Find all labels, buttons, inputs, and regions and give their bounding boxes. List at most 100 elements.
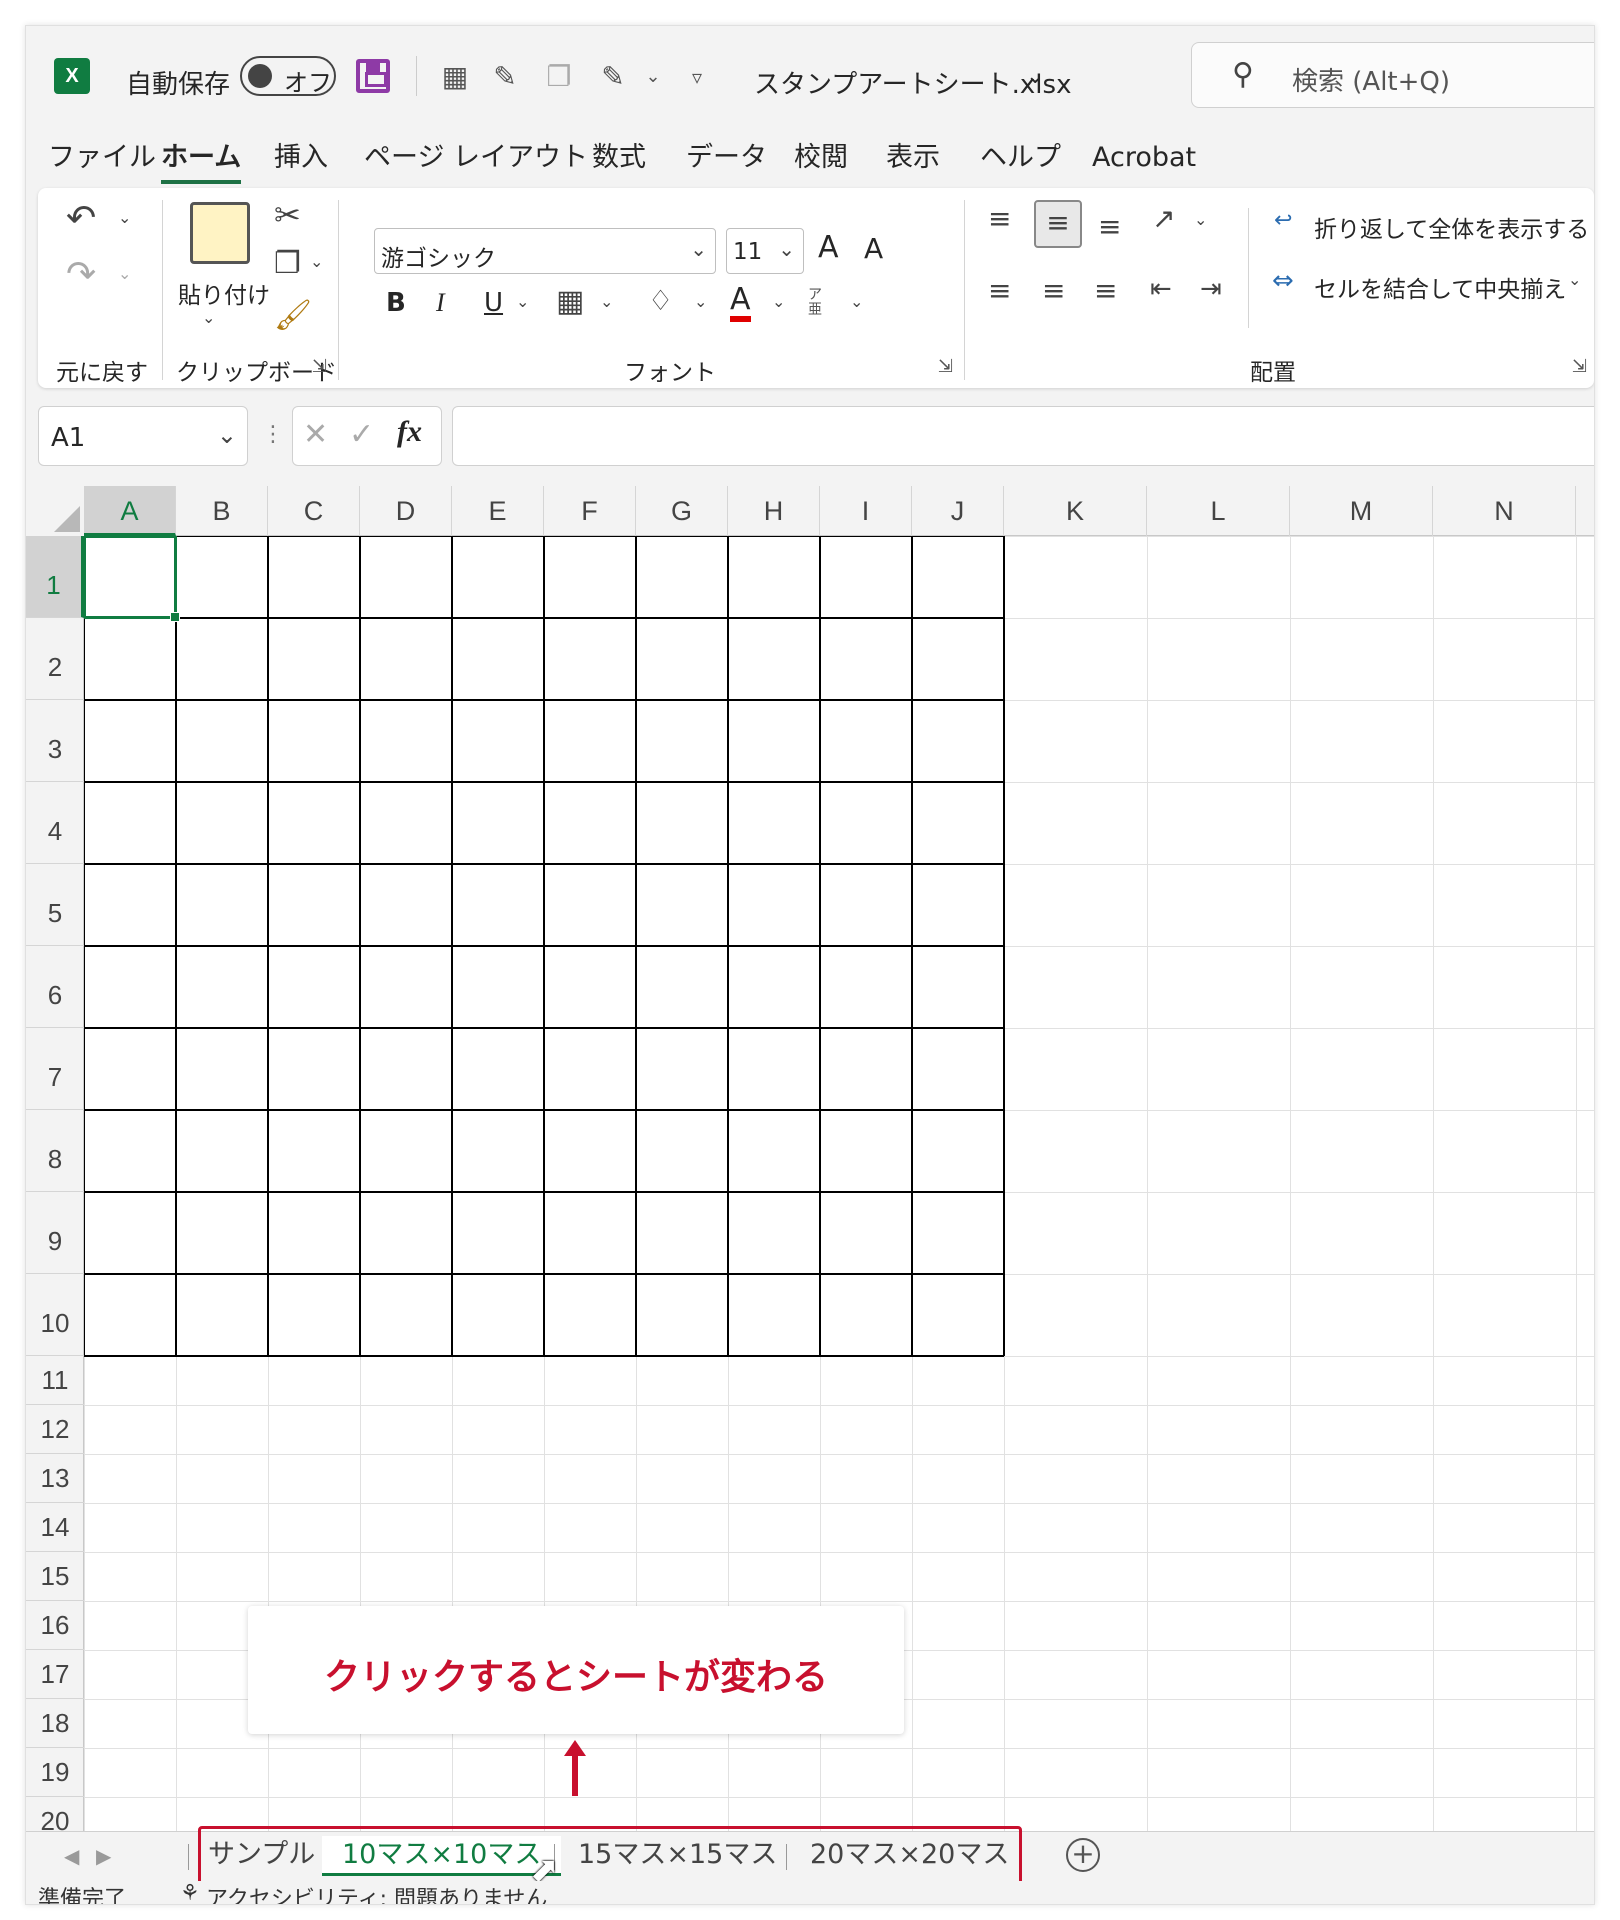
decrease-indent-icon[interactable]: ⇤ — [1150, 274, 1172, 304]
paste-label[interactable]: 貼り付け — [178, 276, 270, 310]
tab-help[interactable]: ヘルプ — [980, 138, 1061, 184]
italic-button[interactable]: I — [436, 288, 445, 318]
column-header-d[interactable]: D — [360, 486, 452, 536]
wrap-text-button[interactable]: 折り返して全体を表示する — [1314, 210, 1589, 244]
font-name-select[interactable]: 游ゴシック ⌄ — [374, 228, 716, 274]
underline-chevron-icon[interactable]: ⌄ — [516, 292, 529, 311]
copy-icon[interactable]: ❐ — [274, 246, 301, 281]
tab-home[interactable]: ホーム — [161, 138, 242, 184]
tab-formulas[interactable]: 数式 — [592, 138, 646, 184]
undo-icon[interactable]: ↶ — [66, 198, 96, 239]
bold-button[interactable]: B — [386, 288, 406, 318]
column-header-m[interactable]: M — [1290, 486, 1433, 536]
autosave-toggle[interactable]: オフ — [240, 56, 336, 97]
insert-function-button[interactable]: fx — [397, 415, 422, 449]
align-launcher-icon[interactable]: ⇲ — [1572, 356, 1587, 377]
name-box[interactable]: A1 ⌄ — [38, 406, 248, 466]
chevron-down-icon[interactable]: ⌄ — [636, 60, 670, 94]
row-header-3[interactable]: 3 — [26, 700, 84, 782]
orientation-chevron-icon[interactable]: ⌄ — [1194, 210, 1207, 229]
select-all-corner[interactable] — [26, 486, 84, 536]
column-header-l[interactable]: L — [1147, 486, 1290, 536]
prev-sheet-icon[interactable]: ◀ — [64, 1844, 79, 1868]
phonetic-chevron-icon[interactable]: ⌄ — [850, 292, 863, 311]
cut-icon[interactable]: ✂ — [274, 196, 301, 234]
merge-icon[interactable]: ⇔ — [1272, 266, 1294, 296]
align-bottom-icon[interactable]: ≡ — [1098, 210, 1121, 243]
row-header-10[interactable]: 10 — [26, 1274, 84, 1356]
cancel-icon[interactable]: ✕ — [303, 417, 328, 452]
save-icon[interactable] — [356, 59, 390, 93]
column-header-e[interactable]: E — [452, 486, 544, 536]
phonetic-button[interactable]: ア亜 — [808, 288, 826, 318]
undo-chevron-icon[interactable]: ⌄ — [118, 208, 131, 227]
tab-acrobat[interactable]: Acrobat — [1092, 138, 1196, 184]
next-sheet-icon[interactable]: ▶ — [96, 1844, 111, 1868]
row-header-18[interactable]: 18 — [26, 1699, 84, 1748]
row-header-11[interactable]: 11 — [26, 1356, 84, 1405]
column-header-a[interactable]: A — [84, 486, 176, 536]
tab-file[interactable]: ファイル — [48, 138, 156, 184]
accessibility-icon[interactable]: ⚘ — [180, 1881, 200, 1904]
add-sheet-icon[interactable]: + — [1066, 1838, 1100, 1872]
align-right-icon[interactable]: ≡ — [1094, 274, 1117, 307]
grow-font-button[interactable]: A — [818, 230, 839, 265]
enter-icon[interactable]: ✓ — [349, 417, 374, 452]
form-icon[interactable]: ▦ — [438, 60, 472, 94]
tab-data[interactable]: データ — [686, 138, 767, 184]
customize-toolbar-icon[interactable]: ▿ — [680, 60, 714, 94]
font-color-button[interactable]: A — [730, 284, 751, 322]
sign-doc-icon[interactable]: ✎ — [596, 60, 630, 94]
format-painter-icon[interactable]: 🖌 — [274, 298, 312, 333]
shrink-font-button[interactable]: A — [864, 232, 883, 265]
align-center-icon[interactable]: ≡ — [1042, 274, 1065, 307]
paste-chevron-icon[interactable]: ⌄ — [202, 308, 215, 327]
merge-chevron-icon[interactable]: ⌄ — [1568, 270, 1581, 289]
search-box[interactable]: ⚲ 検索 (Alt+Q) — [1191, 42, 1594, 108]
row-header-1[interactable]: 1 — [26, 536, 84, 618]
merge-center-button[interactable]: セルを結合して中央揃え — [1314, 270, 1566, 304]
column-header-c[interactable]: C — [268, 486, 360, 536]
align-middle-icon[interactable]: ≡ — [1034, 200, 1082, 248]
borders-icon[interactable]: ▦ — [556, 284, 584, 319]
fill-color-icon[interactable]: ♢ — [648, 284, 673, 317]
orientation-icon[interactable]: ↗ — [1152, 202, 1175, 235]
column-header-b[interactable]: B — [176, 486, 268, 536]
row-header-2[interactable]: 2 — [26, 618, 84, 700]
filename-chevron-icon[interactable]: ⌄ — [1026, 64, 1044, 89]
column-header-j[interactable]: J — [912, 486, 1004, 536]
column-header-h[interactable]: H — [728, 486, 820, 536]
row-header-7[interactable]: 7 — [26, 1028, 84, 1110]
redo-icon[interactable]: ↷ — [66, 254, 96, 295]
edit-doc-icon[interactable]: ✎ — [488, 60, 522, 94]
redo-chevron-icon[interactable]: ⌄ — [118, 264, 131, 283]
row-header-14[interactable]: 14 — [26, 1503, 84, 1552]
selected-cell[interactable] — [83, 535, 180, 622]
increase-indent-icon[interactable]: ⇥ — [1200, 274, 1222, 304]
tab-review[interactable]: 校閲 — [794, 138, 848, 184]
paste-icon[interactable] — [190, 202, 250, 264]
status-accessibility[interactable]: アクセシビリティ: 問題ありません — [206, 1881, 547, 1904]
row-header-9[interactable]: 9 — [26, 1192, 84, 1274]
wrap-text-icon[interactable]: ↩ — [1274, 208, 1292, 233]
tab-page-layout[interactable]: ページ レイアウト — [364, 138, 588, 184]
clipboard-launcher-icon[interactable]: ⇲ — [312, 356, 327, 377]
row-header-4[interactable]: 4 — [26, 782, 84, 864]
row-header-20[interactable]: 20 — [26, 1797, 84, 1831]
row-header-16[interactable]: 16 — [26, 1601, 84, 1650]
row-header-17[interactable]: 17 — [26, 1650, 84, 1699]
column-header-g[interactable]: G — [636, 486, 728, 536]
row-header-12[interactable]: 12 — [26, 1405, 84, 1454]
file-name[interactable]: スタンプアートシート.xlsx — [754, 64, 1071, 101]
row-header-19[interactable]: 19 — [26, 1748, 84, 1797]
align-left-icon[interactable]: ≡ — [988, 274, 1011, 307]
column-header-n[interactable]: N — [1433, 486, 1576, 536]
underline-button[interactable]: U — [484, 288, 503, 318]
font-launcher-icon[interactable]: ⇲ — [938, 356, 953, 377]
formula-input[interactable] — [452, 406, 1594, 466]
font-size-select[interactable]: 11 ⌄ — [726, 228, 804, 274]
row-header-6[interactable]: 6 — [26, 946, 84, 1028]
column-header-k[interactable]: K — [1004, 486, 1147, 536]
tab-view[interactable]: 表示 — [886, 138, 940, 184]
drag-handle-icon[interactable]: ⋮ — [262, 422, 284, 447]
